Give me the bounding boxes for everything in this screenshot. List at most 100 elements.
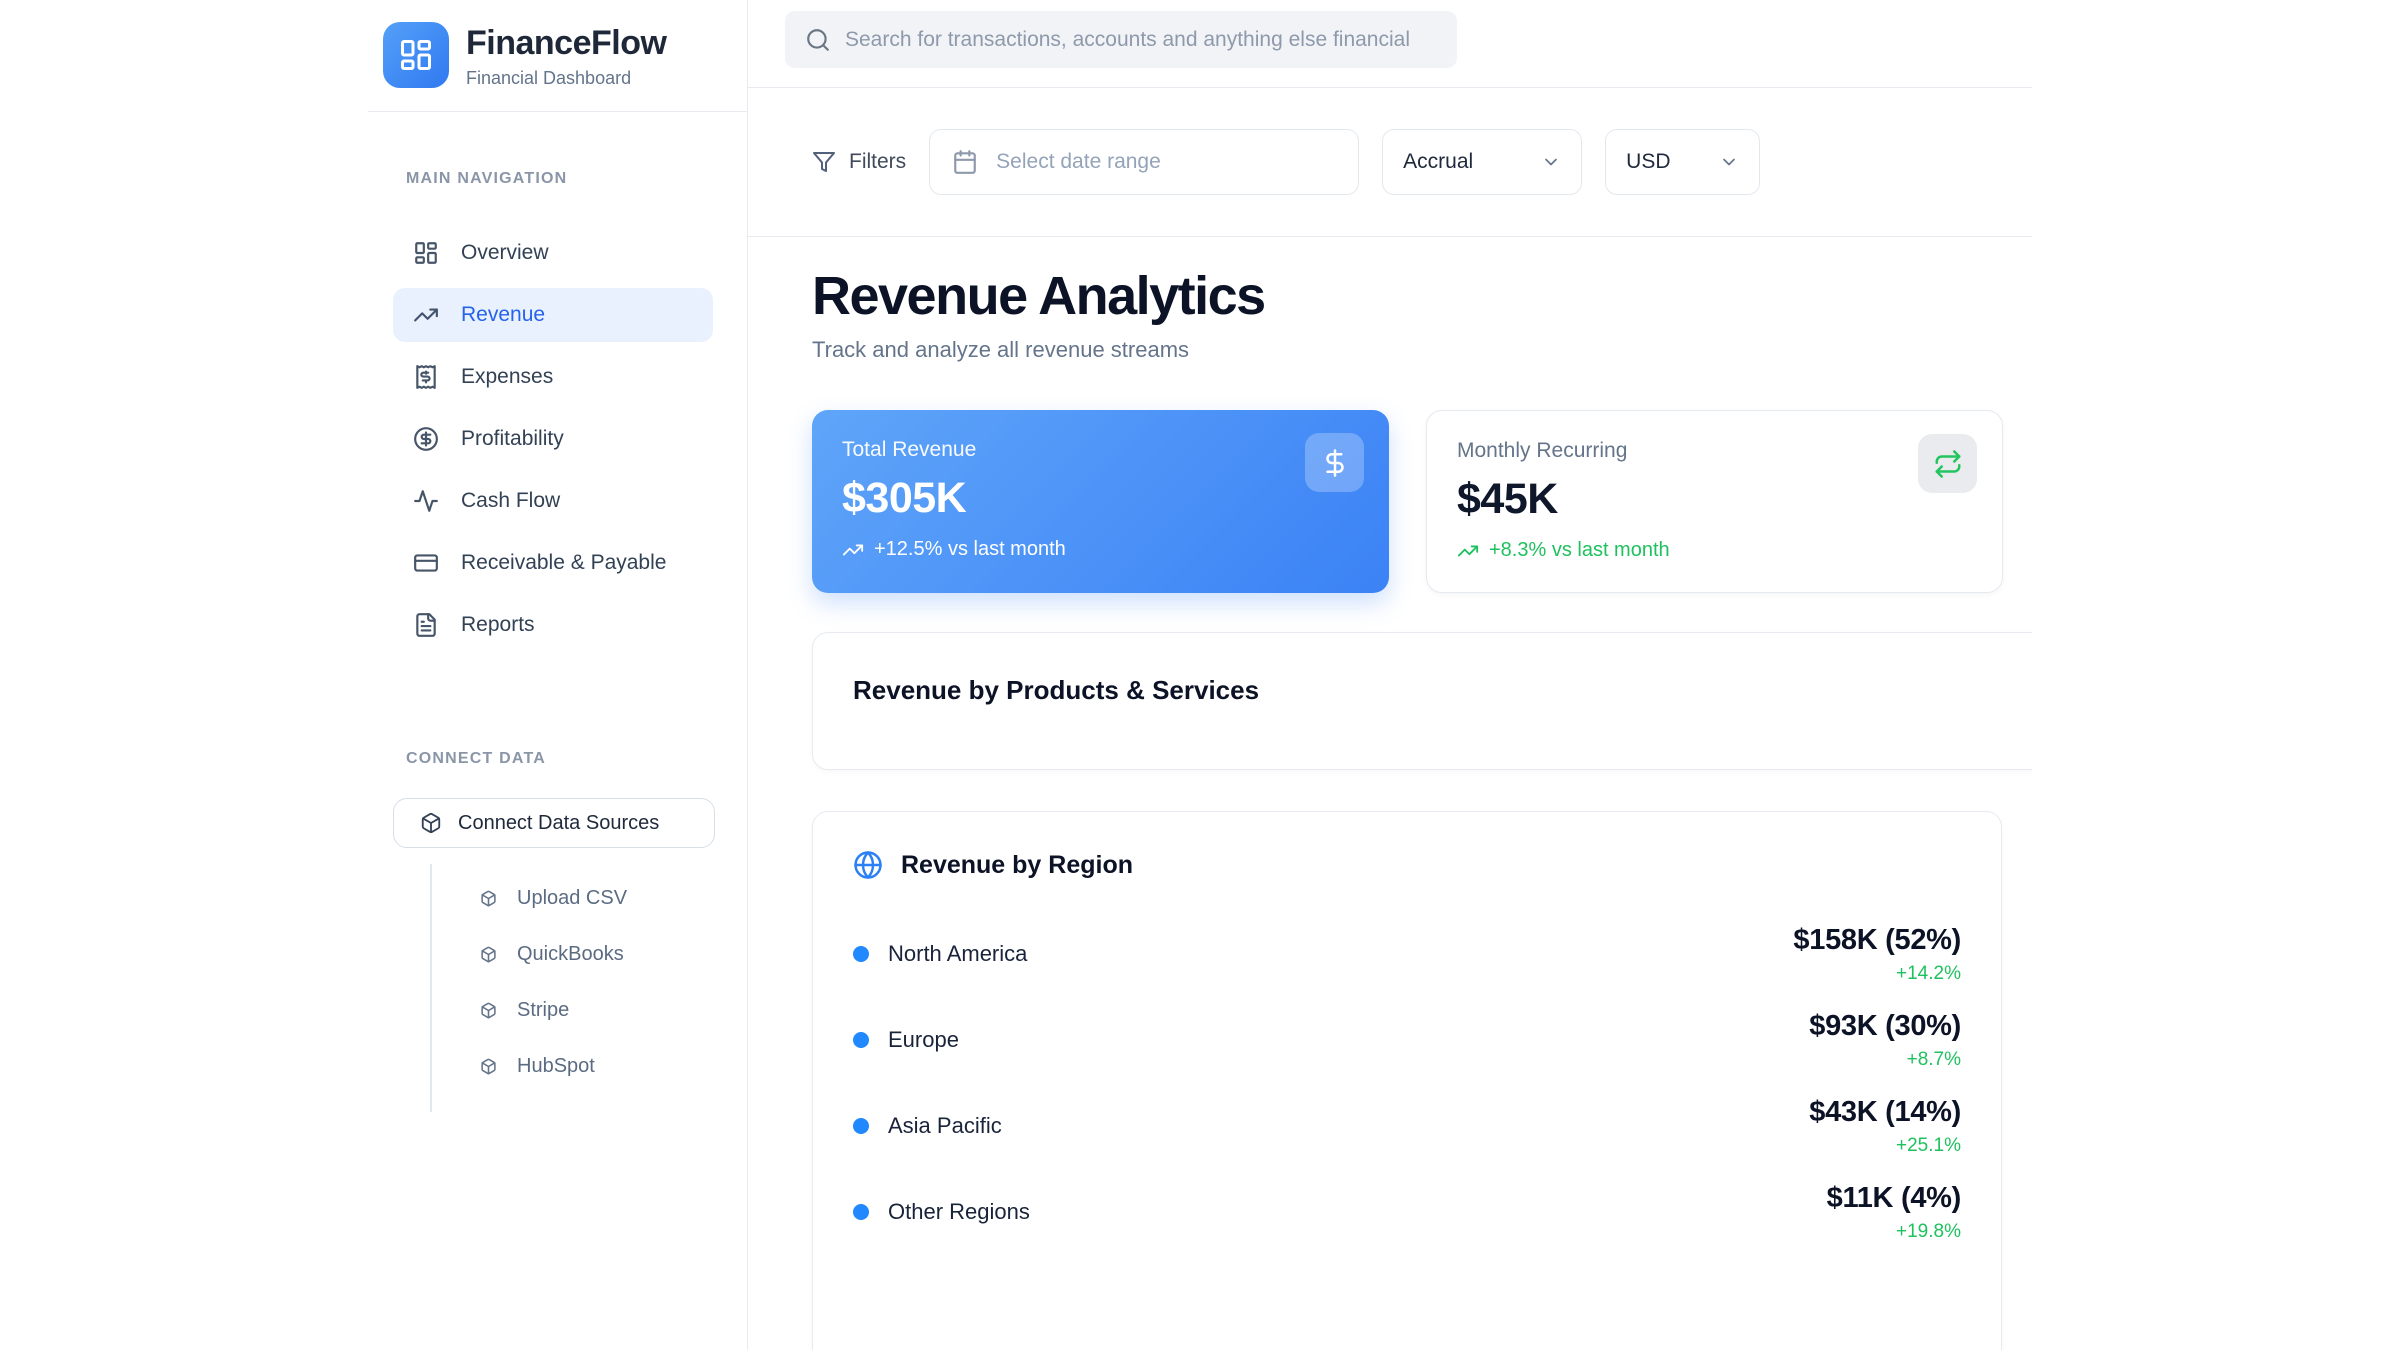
region-name: Other Regions (888, 1199, 1030, 1225)
topbar (748, 0, 2032, 88)
kpi-label: Total Revenue (842, 438, 1359, 462)
brand-text: FinanceFlow Financial Dashboard (466, 22, 666, 89)
search-icon (805, 27, 831, 53)
region-right: $11K (4%) +19.8% (1827, 1182, 1961, 1243)
region-left: Europe (853, 1027, 959, 1053)
source-item-upload-csv[interactable]: Upload CSV (432, 876, 747, 920)
region-row-north-america: North America $158K (52%) +14.2% (853, 924, 1961, 984)
region-name: Europe (888, 1027, 959, 1053)
region-dot-icon (853, 1032, 869, 1048)
sidebar-item-reports[interactable]: Reports (393, 598, 713, 652)
sidebar-item-expenses[interactable]: Expenses (393, 350, 713, 404)
filters-button[interactable]: Filters (812, 150, 906, 174)
regions-card-title: Revenue by Region (901, 851, 1133, 880)
region-row-asia-pacific: Asia Pacific $43K (14%) +25.1% (853, 1096, 1961, 1156)
region-right: $43K (14%) +25.1% (1809, 1096, 1961, 1157)
source-item-label: Stripe (517, 999, 569, 1022)
chevron-down-icon (1719, 152, 1739, 172)
regions-header: Revenue by Region (853, 850, 1961, 880)
date-range-input[interactable]: Select date range (929, 129, 1359, 195)
trending-up-icon (1457, 540, 1479, 562)
region-dot-icon (853, 946, 869, 962)
data-source-list: Upload CSV QuickBooks St (430, 864, 747, 1112)
sidebar-item-label: Overview (461, 241, 549, 265)
region-change: +19.8% (1827, 1221, 1961, 1243)
region-value: $93K (30%) (1809, 1010, 1961, 1043)
connect-data-label: CONNECT DATA (406, 750, 747, 768)
page-subtitle: Track and analyze all revenue streams (812, 337, 2032, 363)
kpi-value: $45K (1457, 475, 1972, 524)
filter-funnel-icon (812, 150, 836, 174)
source-item-quickbooks[interactable]: QuickBooks (432, 932, 747, 976)
region-left: Asia Pacific (853, 1113, 1002, 1139)
brand-tagline: Financial Dashboard (466, 68, 666, 89)
source-item-label: QuickBooks (517, 943, 624, 966)
connect-data-sources-button[interactable]: Connect Data Sources (393, 798, 715, 848)
main-navigation-label: MAIN NAVIGATION (406, 170, 747, 188)
region-value: $43K (14%) (1809, 1096, 1961, 1129)
region-value: $11K (4%) (1827, 1182, 1961, 1215)
cube-icon (480, 890, 497, 907)
monthly-recurring-card: Monthly Recurring $45K +8.3% vs last mon… (1426, 410, 2003, 593)
total-revenue-card: Total Revenue $305K +12.5% vs last month (812, 410, 1389, 593)
accounting-basis-select[interactable]: Accrual (1382, 129, 1582, 195)
source-item-label: Upload CSV (517, 887, 627, 910)
region-list: North America $158K (52%) +14.2% Europe (853, 924, 1961, 1242)
sidebar-item-cash-flow[interactable]: Cash Flow (393, 474, 713, 528)
sidebar-item-receivable-payable[interactable]: Receivable & Payable (393, 536, 713, 590)
currency-select[interactable]: USD (1605, 129, 1760, 195)
sidebar-item-label: Revenue (461, 303, 545, 327)
connect-data-sources-label: Connect Data Sources (458, 812, 659, 835)
dollar-circle-icon (413, 426, 439, 452)
search-input[interactable] (845, 28, 1437, 52)
kpi-trend: +8.3% vs last month (1457, 539, 1972, 562)
calendar-icon (952, 149, 978, 175)
sidebar-item-revenue[interactable]: Revenue (393, 288, 713, 342)
source-item-hubspot[interactable]: HubSpot (432, 1044, 747, 1088)
sidebar-item-label: Cash Flow (461, 489, 560, 513)
source-item-stripe[interactable]: Stripe (432, 988, 747, 1032)
sidebar-item-label: Receivable & Payable (461, 551, 666, 575)
app-canvas: FinanceFlow Financial Dashboard MAIN NAV… (0, 0, 2400, 1350)
trending-up-icon (842, 539, 864, 561)
revenue-by-region-card: Revenue by Region North America $158K (5… (812, 811, 2002, 1350)
sidebar-item-profitability[interactable]: Profitability (393, 412, 713, 466)
kpi-trend: +12.5% vs last month (842, 538, 1359, 561)
globe-icon (853, 850, 883, 880)
region-change: +8.7% (1809, 1049, 1961, 1071)
cube-icon (480, 946, 497, 963)
credit-card-icon (413, 550, 439, 576)
region-value: $158K (52%) (1793, 924, 1961, 957)
region-change: +14.2% (1793, 963, 1961, 985)
source-item-label: HubSpot (517, 1055, 595, 1078)
sidebar-item-label: Expenses (461, 365, 553, 389)
sidebar-item-label: Reports (461, 613, 535, 637)
date-range-placeholder: Select date range (996, 150, 1161, 174)
cube-icon (420, 812, 442, 834)
region-name: North America (888, 941, 1027, 967)
repeat-icon (1918, 434, 1977, 493)
region-left: North America (853, 941, 1027, 967)
dashboard-grid-icon (413, 240, 439, 266)
cube-icon (480, 1002, 497, 1019)
region-left: Other Regions (853, 1199, 1030, 1225)
region-change: +25.1% (1809, 1135, 1961, 1157)
sidebar-item-overview[interactable]: Overview (393, 226, 713, 280)
main-navigation: Overview Revenue Expenses (393, 226, 713, 652)
activity-icon (413, 488, 439, 514)
filter-bar: Filters Select date range Accrual (748, 88, 2032, 237)
dollar-icon (1305, 433, 1364, 492)
filters-label: Filters (849, 150, 906, 174)
revenue-by-products-card: Revenue by Products & Services (812, 632, 2032, 770)
brand-header: FinanceFlow Financial Dashboard (368, 0, 747, 112)
products-card-title: Revenue by Products & Services (853, 675, 2032, 706)
region-right: $158K (52%) +14.2% (1793, 924, 1961, 985)
global-search[interactable] (785, 11, 1457, 68)
region-dot-icon (853, 1204, 869, 1220)
region-right: $93K (30%) +8.7% (1809, 1010, 1961, 1071)
region-row-europe: Europe $93K (30%) +8.7% (853, 1010, 1961, 1070)
kpi-row: Total Revenue $305K +12.5% vs last month (812, 410, 2032, 593)
kpi-trend-text: +12.5% vs last month (874, 538, 1066, 561)
cube-icon (480, 1058, 497, 1075)
kpi-trend-text: +8.3% vs last month (1489, 539, 1670, 562)
